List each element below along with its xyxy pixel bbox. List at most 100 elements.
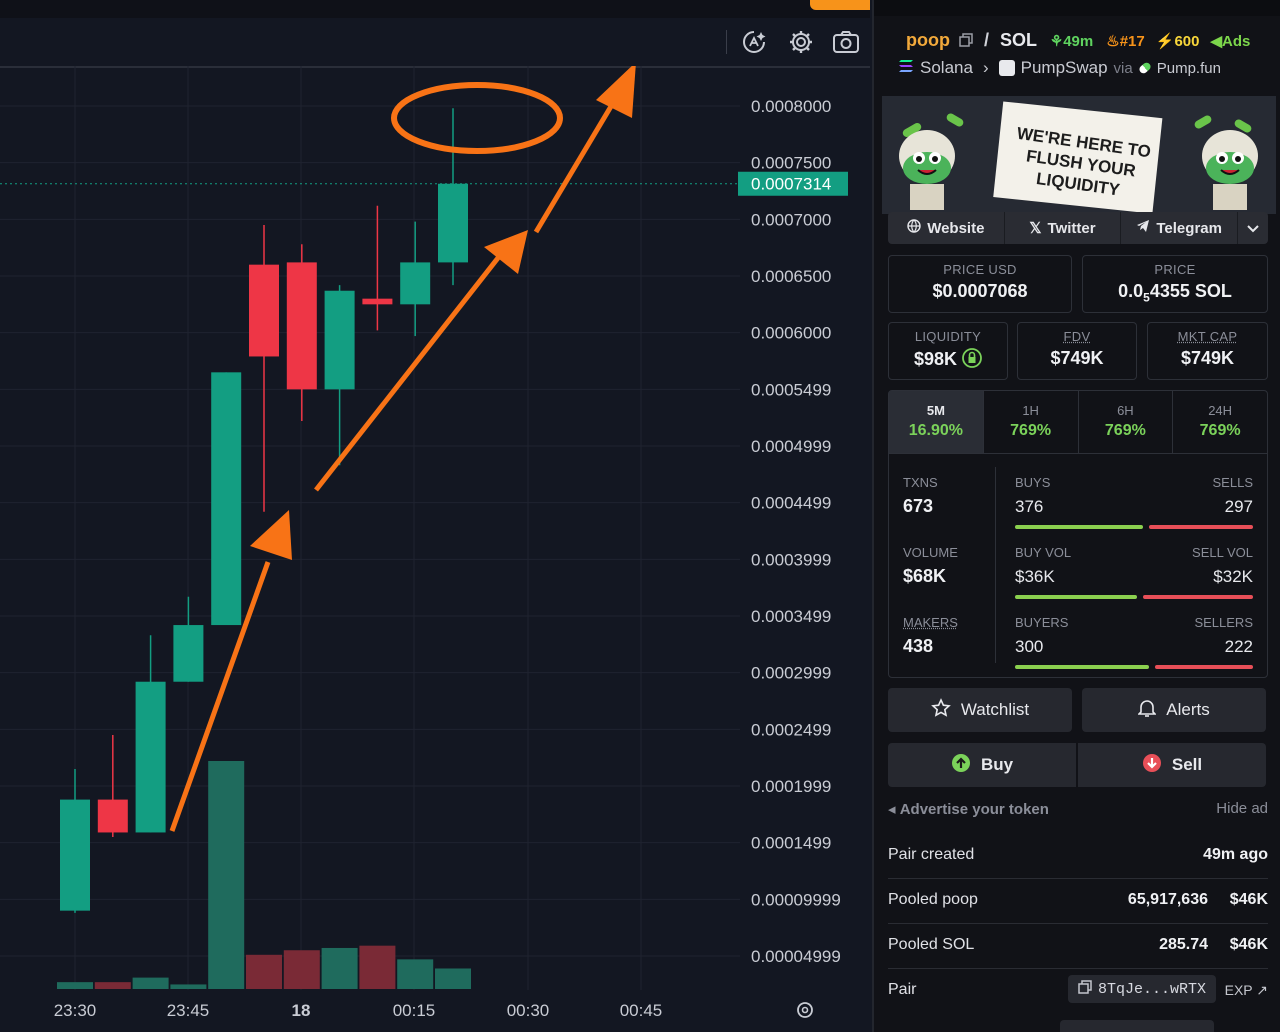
candle-body — [97, 799, 128, 833]
ads-badge[interactable]: ◀Ads — [1210, 33, 1250, 50]
price-tick-label: 0.0006500 — [751, 267, 831, 286]
pair-address-copy[interactable]: 8TqJe...wRTX — [1067, 975, 1216, 1003]
buy-vol-label: BUY VOL — [1015, 545, 1072, 560]
candle — [211, 372, 242, 626]
more-links-button[interactable] — [1238, 212, 1268, 244]
explorer-link[interactable]: EXP ↗ — [1225, 982, 1268, 999]
time-tick-label: 00:15 — [393, 1001, 436, 1020]
pooled-base-usd: $46K — [1229, 891, 1268, 908]
indicator-icon[interactable] — [740, 28, 768, 56]
pair-created-label: Pair created — [888, 846, 975, 863]
hide-ad-link[interactable]: Hide ad — [1216, 800, 1268, 817]
time-tick-label: 18 — [292, 1001, 311, 1020]
volume-bar — [435, 968, 471, 989]
volume-bar — [132, 977, 169, 989]
dex-name[interactable]: PumpSwap — [1021, 58, 1108, 78]
lock-icon[interactable] — [962, 348, 982, 373]
bell-icon — [1137, 698, 1158, 723]
megaphone-icon: ◀ — [1210, 33, 1223, 50]
candle — [249, 224, 279, 512]
volume-bar — [359, 945, 396, 989]
price-usd-box: PRICE USD $0.0007068 — [888, 255, 1072, 313]
alerts-button[interactable]: Alerts — [1082, 688, 1266, 732]
price-tick-label: 0.0002499 — [751, 720, 831, 739]
base-symbol[interactable]: poop — [906, 30, 950, 50]
price-tick-label: 0.00009999 — [751, 890, 841, 909]
annotation-arrow-3-head — [596, 66, 636, 118]
price-usd-label: PRICE USD — [943, 262, 1017, 277]
candle-body — [286, 262, 317, 390]
price-native-box: PRICE 0.054355 SOL — [1082, 255, 1268, 313]
sell-vol-label: SELL VOL — [1192, 545, 1253, 560]
pooled-base-label: Pooled poop — [888, 891, 978, 908]
launchpad-name[interactable]: Pump.fun — [1157, 60, 1221, 77]
settings-icon[interactable] — [787, 28, 815, 56]
volume-bar — [397, 959, 434, 989]
price-tick-label: 0.0007500 — [751, 154, 831, 173]
price-tick-label: 0.0003499 — [751, 607, 831, 626]
advertise-link[interactable]: Advertise your token — [900, 801, 1049, 818]
price-native-label: PRICE — [1154, 262, 1196, 277]
candle — [286, 244, 317, 422]
chain-breadcrumb: Solana › PumpSwap via Pump.fun — [898, 58, 1221, 78]
buy-vol-value: $36K — [1015, 567, 1055, 586]
candle — [173, 596, 204, 682]
solana-icon — [898, 58, 914, 78]
next-row-pill[interactable] — [1060, 1020, 1214, 1032]
copy-icon[interactable] — [959, 31, 973, 52]
candle — [362, 205, 393, 331]
sell-button[interactable]: Sell — [1078, 743, 1266, 787]
tab-24h[interactable]: 24H 769% — [1173, 391, 1267, 453]
pill-icon — [1137, 61, 1152, 75]
megaphone-small-icon: ◂ — [888, 801, 896, 818]
buys-bar — [1015, 525, 1143, 529]
candle — [60, 768, 90, 913]
candle-body — [249, 264, 279, 357]
trending-rank[interactable]: ♨#17 — [1106, 33, 1144, 50]
chain-name[interactable]: Solana — [920, 58, 973, 78]
price-tick-label: 0.0006000 — [751, 324, 831, 343]
boost-count[interactable]: ⚡600 — [1156, 33, 1200, 50]
candle — [438, 108, 468, 286]
price-tick-label: 0.00004999 — [751, 947, 841, 966]
mcap-box: MKT CAP $749K — [1147, 322, 1268, 380]
top-accent-button[interactable] — [810, 0, 870, 10]
chart-area[interactable]: 0.0008000 0.0007500 0.0007000 0.0006500 0.00… — [0, 0, 870, 1032]
price-tick-label: 0.0001999 — [751, 777, 831, 796]
timeframe-tabs: 5M 16.90% 1H 769% 6H 769% 24H 769% — [889, 391, 1267, 454]
pair-title: poop / SOL ⚘49m ♨#17 ⚡600 ◀Ads — [906, 30, 1250, 52]
price-tick-label: 0.0002999 — [751, 664, 831, 683]
price-chart[interactable]: 0.0008000 0.0007500 0.0007000 0.0006500 0.00… — [0, 66, 870, 1032]
watchlist-button[interactable]: Watchlist — [888, 688, 1072, 732]
volume-label: VOLUME — [903, 545, 958, 560]
pair-age: ⚘49m — [1049, 33, 1094, 50]
price-tick-label: 0.0007000 — [751, 210, 831, 229]
volume-bar — [208, 761, 245, 989]
tab-5m[interactable]: 5M 16.90% — [889, 391, 984, 453]
price-tick-label: 0.0004499 — [751, 494, 831, 513]
flame-icon: ♨ — [1106, 33, 1120, 50]
sells-bar — [1149, 525, 1253, 529]
pumpswap-icon — [998, 60, 1015, 76]
fdv-value: $749K — [1050, 348, 1104, 368]
pair-created-value: 49m ago — [1203, 846, 1268, 863]
token-banner-image: WE'RE HERE TO FLUSH YOUR LIQUIDITY — [882, 96, 1276, 214]
candle-body — [324, 290, 355, 390]
pair-label: Pair — [888, 981, 917, 998]
liquidity-box: LIQUIDITY $98K — [888, 322, 1008, 380]
highlight-ellipse — [391, 82, 563, 154]
buy-button[interactable]: Buy — [888, 743, 1076, 787]
top-toolbar-strip — [0, 0, 870, 18]
website-link[interactable]: Website — [888, 212, 1005, 244]
advert-row: ◂ Advertise your token Hide ad — [888, 800, 1268, 818]
candle-body — [362, 298, 393, 305]
tab-6h[interactable]: 6H 769% — [1079, 391, 1174, 453]
sells-label: SELLS — [1212, 475, 1253, 490]
camera-icon[interactable] — [832, 28, 860, 56]
telegram-link[interactable]: Telegram — [1121, 212, 1239, 244]
tab-1h[interactable]: 1H 769% — [984, 391, 1079, 453]
buys-value: 376 — [1015, 497, 1044, 516]
twitter-link[interactable]: 𝕏 Twitter — [1005, 212, 1122, 244]
candle-body — [211, 372, 242, 626]
sells-value: 297 — [1224, 497, 1253, 516]
